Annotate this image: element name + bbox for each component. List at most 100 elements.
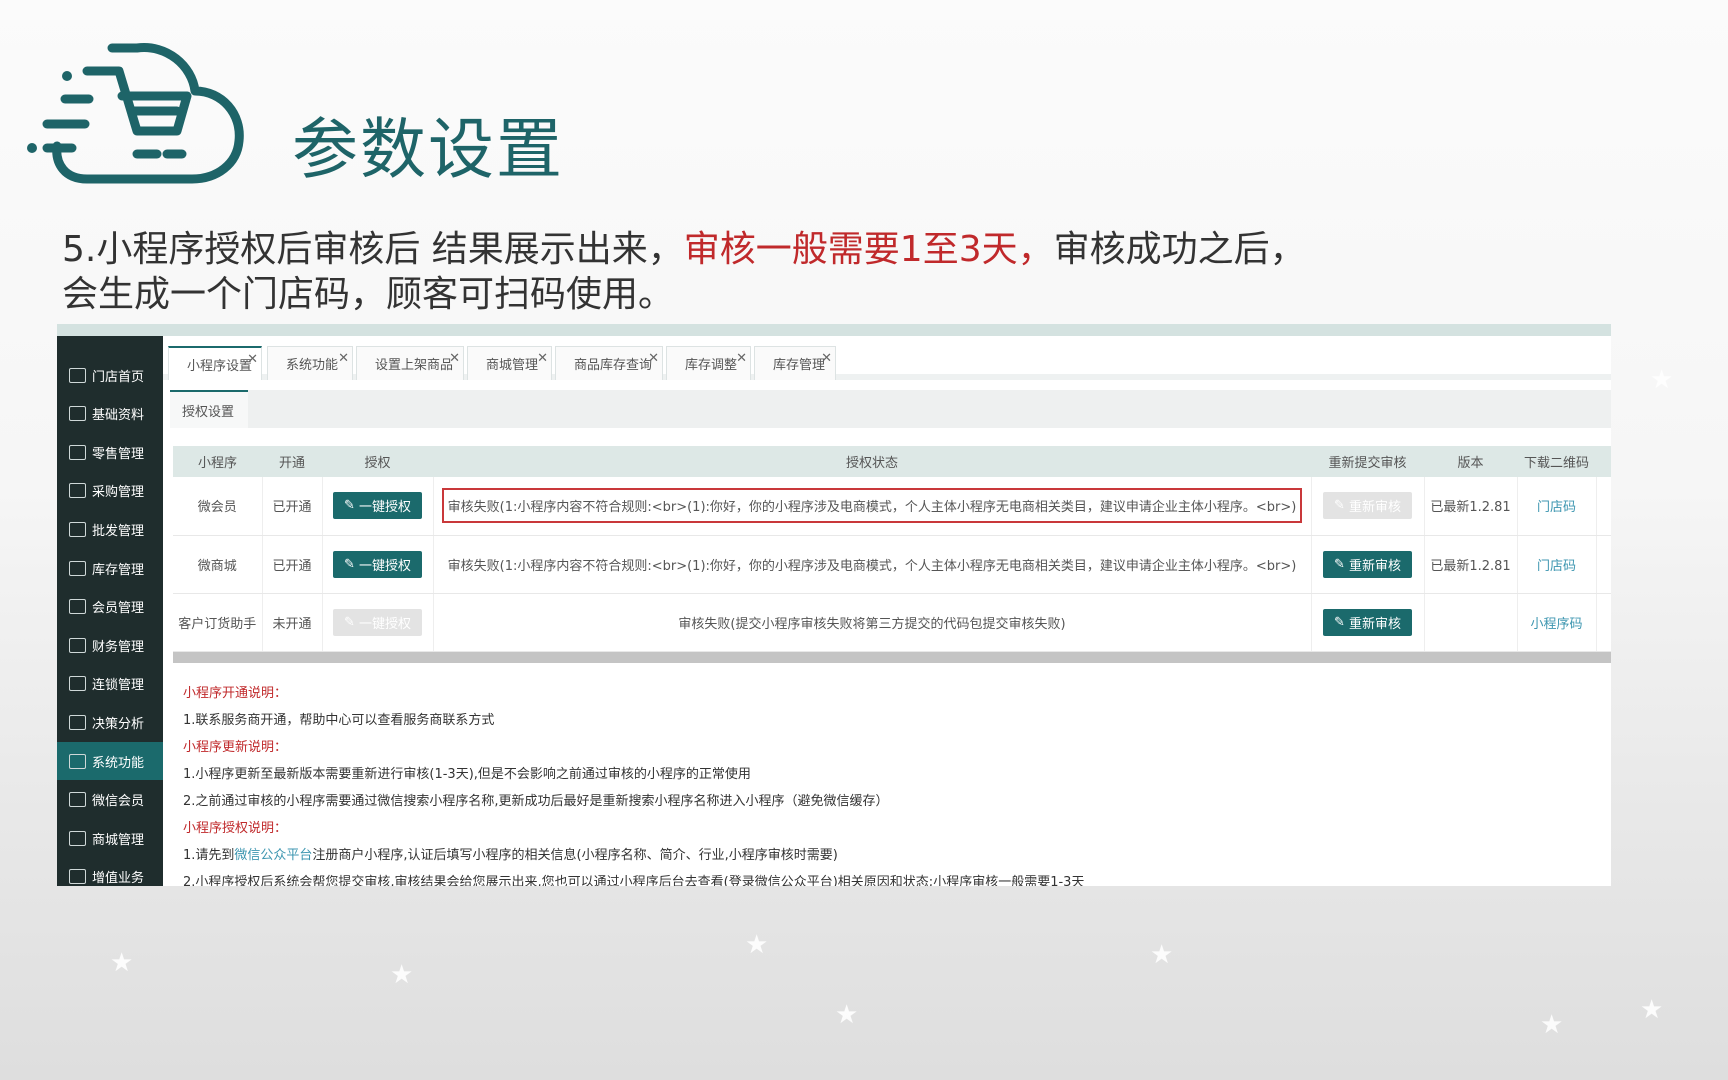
edit-icon: ✎ [1334,614,1345,630]
sidebar-item[interactable]: 增值业务 [57,858,163,886]
tab-label: 商城管理 [486,358,539,373]
star-decoration: ★ [390,960,414,990]
note-text: 1.请先到 [183,848,235,863]
column-header: 授权状态 [433,446,1311,477]
close-icon[interactable]: ✕ [449,351,460,366]
tab-bar: 小程序设置 ✕ 系统功能 ✕ 设置上架商品 ✕ 商城管理 ✕ 商品库存查询 ✕ 库存调整 ✕ 库存管理 ✕ [163,336,1611,380]
cart-icon [69,521,86,537]
sidebar-item[interactable]: 批发管理 [57,510,163,548]
sidebar-item[interactable]: 零售管理 [57,433,163,471]
note-line: 2.小程序授权后系统会帮您提交审核,审核结果会给您展示出来,您也可以通过小程序后… [183,875,1085,886]
open-status: 已开通 [262,535,323,594]
edit-icon: ✎ [344,614,355,630]
sidebar-item[interactable]: 库存管理 [57,549,163,587]
sidebar-item[interactable]: 微信会员 [57,781,163,819]
note-line: 1.小程序更新至最新版本需要重新进行审核(1-3天),但是不会影响之前通过审核的… [183,767,751,782]
open-status: 已开通 [262,477,323,536]
tab[interactable]: 库存调整 ✕ [666,346,751,380]
finance-icon [69,637,86,653]
close-icon[interactable]: ✕ [821,351,832,366]
sidebar-item-label: 批发管理 [92,523,145,539]
version: 已最新1.2.81 [1424,535,1518,594]
download-qr-link[interactable]: 小程序码 [1517,593,1597,652]
shop-icon [69,830,86,846]
sidebar-item[interactable]: 财务管理 [57,626,163,664]
note-line: 1.联系服务商开通，帮助中心可以查看服务商联系方式 [183,713,495,728]
version [1424,593,1518,652]
table-row: 客户订货助手 未开通 ✎ 一键授权 审核失败(提交小程序审核失败将第三方提交的代码… [173,593,1611,652]
close-icon[interactable]: ✕ [648,351,659,366]
app-screenshot: 门店首页 基础资料 零售管理 采购管理 批发管理 库存管理 会员管理 财务管理 连锁管理 决策分析… [57,324,1611,886]
close-icon[interactable]: ✕ [736,351,747,366]
authorize-button[interactable]: ✎ 一键授权 [333,492,422,520]
column-header: 下载二维码 [1517,446,1596,477]
sidebar-item[interactable]: 系统功能 [57,742,163,780]
tab[interactable]: 系统功能 ✕ [267,346,353,380]
star-decoration: ★ [1650,365,1674,395]
button-label: 重新审核 [1348,500,1401,516]
wechat-platform-link[interactable]: 微信公众平台 [234,848,312,863]
sidebar-item[interactable]: 连锁管理 [57,665,163,703]
auth-status: 审核失败(提交小程序审核失败将第三方提交的代码包提交审核失败) [678,616,1066,632]
column-header: 版本 [1424,446,1517,477]
status-cell: 审核失败(提交小程序审核失败将第三方提交的代码包提交审核失败) [433,593,1312,652]
resubmit-button[interactable]: ✎ 重新审核 [1323,550,1412,578]
sidebar-item[interactable]: 决策分析 [57,703,163,741]
authorize-button[interactable]: ✎ 一键授权 [333,608,422,636]
tab[interactable]: 小程序设置 ✕ [168,346,262,380]
auth-cell: ✎ 一键授权 [322,477,434,536]
tab-label: 系统功能 [286,358,339,373]
authorize-button[interactable]: ✎ 一键授权 [333,550,422,578]
horizontal-scrollbar[interactable] [173,652,1611,663]
sidebar-item-label: 增值业务 [92,871,145,886]
sidebar-item-label: 门店首页 [92,369,145,385]
sidebar-item-label: 决策分析 [92,716,145,732]
miniprogram-name: 微会员 [173,477,263,536]
wechat-icon [69,792,86,808]
tab[interactable]: 商城管理 ✕ [467,346,552,380]
tab[interactable]: 库存管理 ✕ [754,346,836,380]
close-icon[interactable]: ✕ [247,352,258,367]
sidebar-item[interactable]: 商城管理 [57,819,163,857]
tab-label: 库存管理 [773,358,826,373]
status-cell: 审核失败(1:小程序内容不符合规则:<br>(1):你好，你的小程序涉及电商模式… [433,477,1312,536]
download-qr-link[interactable]: 门店码 [1517,535,1597,594]
sidebar-item-label: 财务管理 [92,639,145,655]
close-icon[interactable]: ✕ [537,351,548,366]
note-heading: 小程序更新说明： [183,740,288,755]
tab[interactable]: 商品库存查询 ✕ [555,346,663,380]
tab-label: 小程序设置 [187,358,253,374]
diamond-icon [69,869,86,885]
resubmit-button[interactable]: ✎ 重新审核 [1323,608,1412,636]
column-header: 开通 [262,446,322,477]
intro-text: 审核成功之后， [1053,229,1306,270]
tab-label: 商品库存查询 [574,358,653,373]
button-label: 一键授权 [358,558,411,574]
button-label: 一键授权 [358,500,411,516]
tab[interactable]: 设置上架商品 ✕ [356,346,464,380]
sidebar-item[interactable]: 门店首页 [57,356,163,394]
gear-icon [69,753,86,769]
pie-chart-icon [69,714,86,730]
note-line: 1.请先到微信公众平台注册商户小程序,认证后填写小程序的相关信息(小程序名称、简… [183,842,1084,869]
tab-label: 库存调整 [685,358,738,373]
download-qr-link[interactable]: 门店码 [1517,477,1597,536]
intro-highlight: 审核一般需要1至3天， [683,229,1054,270]
sidebar-item[interactable]: 基础资料 [57,395,163,433]
user-icon [69,599,86,615]
register-icon [69,444,86,460]
note-heading: 小程序开通说明： [183,686,288,701]
edit-icon: ✎ [344,498,355,514]
resubmit-button[interactable]: ✎ 重新审核 [1323,492,1412,520]
intro-line-2: 会生成一个门店码，顾客可扫码使用。 [62,274,675,315]
page-title: 参数设置 [292,111,564,188]
star-decoration: ★ [745,930,769,960]
sidebar-item[interactable]: 会员管理 [57,588,163,626]
sidebar-item-label: 会员管理 [92,601,145,617]
subtab-auth-settings[interactable]: 授权设置 [170,390,248,428]
star-decoration: ★ [110,948,134,978]
intro-text: 5.小程序授权后审核后 结果展示出来， [62,229,684,270]
edit-icon: ✎ [1334,556,1345,572]
close-icon[interactable]: ✕ [338,351,349,366]
sidebar-item[interactable]: 采购管理 [57,472,163,510]
